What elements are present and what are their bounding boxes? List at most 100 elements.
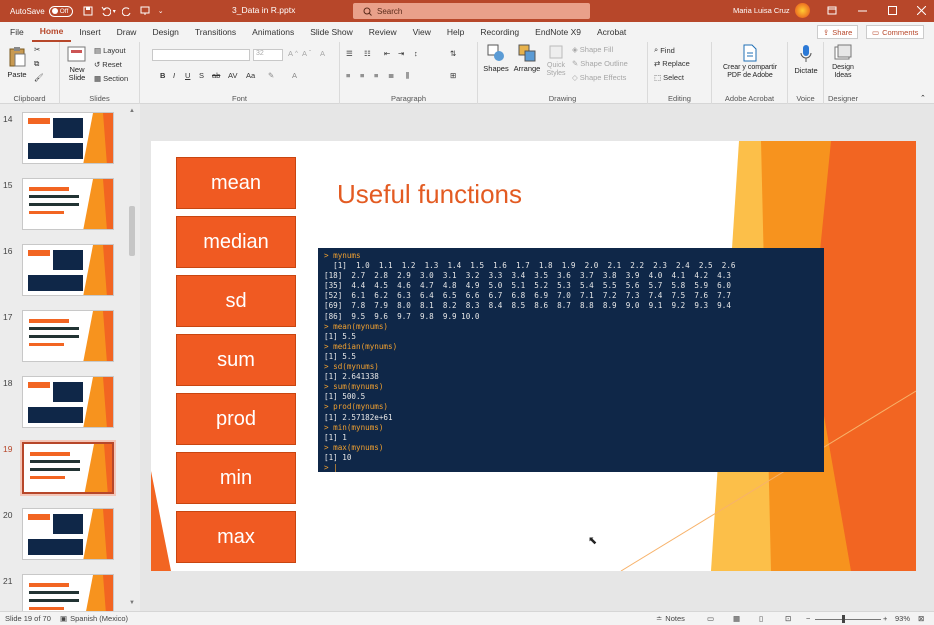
tab-insert[interactable]: Insert [71,22,108,42]
close-icon[interactable] [917,6,926,15]
save-icon[interactable] [83,6,93,16]
normal-view-icon[interactable]: ▭ [707,614,714,623]
avatar[interactable] [795,3,810,18]
current-slide[interactable]: mean median sd sum prod min max Useful functio… [151,141,916,571]
format-painter-icon[interactable]: 🖌 [34,73,44,82]
paste-button[interactable]: Paste [4,46,30,86]
increase-font-icon[interactable]: A ^ [288,49,298,58]
quick-styles-button[interactable]: Quick Styles [544,44,568,78]
tab-file[interactable]: File [2,22,32,42]
zoom-slider-thumb[interactable] [842,615,845,623]
slide-thumbnail[interactable] [22,178,114,230]
change-case-icon[interactable]: Aa [246,71,255,80]
columns-icon[interactable]: ⫼ [406,71,409,81]
clear-format-icon[interactable]: A [320,49,325,58]
slide-thumbnail[interactable] [22,112,114,164]
shapes-button[interactable]: Shapes [482,44,510,73]
tab-acrobat[interactable]: Acrobat [589,22,634,42]
tab-endnote-x9[interactable]: EndNote X9 [527,22,589,42]
find-button[interactable]: ⌕ Find [654,45,675,55]
create-pdf-button[interactable]: Crear y compartir PDF de Adobe [714,44,786,80]
customize-qat-icon[interactable]: ⌄ [158,7,164,15]
search-box[interactable]: Search [353,3,590,19]
ribbon-display-icon[interactable] [827,5,837,15]
thumbnail-scrollbar[interactable]: ▲ ▼ [127,108,137,608]
slide-thumbnail[interactable] [22,310,114,362]
numbering-icon[interactable]: ☷ [364,49,371,58]
canvas-scrollbar[interactable] [911,104,921,611]
font-family-select[interactable] [152,49,250,61]
zoom-in-button[interactable]: + [883,614,887,623]
cut-icon[interactable]: ✂ [34,45,40,54]
bullets-icon[interactable]: ☰ [346,49,353,58]
tab-view[interactable]: View [405,22,439,42]
slide-thumbnail[interactable] [20,440,116,496]
chevron-down-icon[interactable]: ▾ [113,8,116,15]
highlight-icon[interactable]: ✎ [268,71,274,80]
tab-slide-show[interactable]: Slide Show [302,22,361,42]
replace-button[interactable]: ⇄ Replace [654,59,690,68]
collapse-ribbon-icon[interactable]: ⌃ [920,94,926,102]
tab-design[interactable]: Design [144,22,186,42]
arrange-button[interactable]: Arrange [512,44,542,73]
section-button[interactable]: ▦ Section [94,74,128,83]
align-left-icon[interactable]: ≡ [346,71,350,80]
align-right-icon[interactable]: ≡ [374,71,378,80]
select-button[interactable]: ⬚ Select [654,73,684,82]
strikethrough-icon[interactable]: ab [212,71,220,80]
tab-help[interactable]: Help [439,22,472,42]
italic-icon[interactable]: I [173,71,175,80]
slide-thumbnail[interactable] [22,508,114,560]
reading-view-icon[interactable]: ▯ [759,614,763,623]
function-box-max[interactable]: max [176,511,296,563]
tab-draw[interactable]: Draw [109,22,145,42]
comments-button[interactable]: ▭ Comments [866,25,925,39]
zoom-out-button[interactable]: − [806,614,810,623]
function-box-sd[interactable]: sd [176,275,296,327]
undo-icon[interactable] [101,6,111,16]
scroll-thumb[interactable] [129,206,135,256]
bold-icon[interactable]: B [160,71,165,80]
tab-recording[interactable]: Recording [472,22,527,42]
function-box-prod[interactable]: prod [176,393,296,445]
tab-home[interactable]: Home [31,22,72,42]
slide-thumbnail[interactable] [22,574,114,611]
slide-sorter-icon[interactable]: ▦ [733,614,740,623]
increase-indent-icon[interactable]: ⇥ [398,49,404,58]
layout-button[interactable]: ▤ Layout [94,46,126,55]
shape-effects-button[interactable]: ◇ Shape Effects [572,73,626,82]
dictate-button[interactable]: Dictate [790,44,822,75]
zoom-slider[interactable] [815,619,881,620]
fit-to-window-icon[interactable]: ⊠ [918,614,924,623]
minimize-icon[interactable] [858,10,867,12]
language-indicator[interactable]: ▣ Spanish (Mexico) [60,614,128,623]
shadow-icon[interactable]: S [199,71,204,80]
copy-icon[interactable]: ⧉ [34,59,39,69]
line-spacing-icon[interactable]: ↕ [414,49,418,58]
tab-transitions[interactable]: Transitions [187,22,244,42]
tab-animations[interactable]: Animations [244,22,302,42]
underline-icon[interactable]: U [185,71,190,80]
scroll-down-arrow[interactable]: ▼ [129,600,135,606]
align-center-icon[interactable]: ≡ [360,71,364,80]
r-console-output[interactable]: > mynums [1] 1.0 1.1 1.2 1.3 1.4 1.5 1.6… [318,248,824,472]
zoom-level[interactable]: 93% [895,614,910,623]
function-box-min[interactable]: min [176,452,296,504]
reset-button[interactable]: ↺ Reset [94,60,122,69]
function-box-mean[interactable]: mean [176,157,296,209]
design-ideas-button[interactable]: Design Ideas [826,44,860,80]
notes-button[interactable]: ≐ Notes [656,614,685,623]
justify-icon[interactable]: ≣ [388,71,394,80]
font-size-select[interactable]: 32 [253,49,283,61]
function-box-sum[interactable]: sum [176,334,296,386]
tab-review[interactable]: Review [361,22,405,42]
decrease-indent-icon[interactable]: ⇤ [384,49,390,58]
align-text-icon[interactable]: ⊞ [450,71,456,80]
shape-outline-button[interactable]: ✎ Shape Outline [572,59,628,68]
redo-icon[interactable] [121,6,132,16]
char-spacing-icon[interactable]: AV [228,71,237,80]
shape-fill-button[interactable]: ◈ Shape Fill [572,45,613,54]
maximize-icon[interactable] [888,6,897,15]
slide-thumbnail[interactable] [22,244,114,296]
font-color-icon[interactable]: A [292,71,297,80]
